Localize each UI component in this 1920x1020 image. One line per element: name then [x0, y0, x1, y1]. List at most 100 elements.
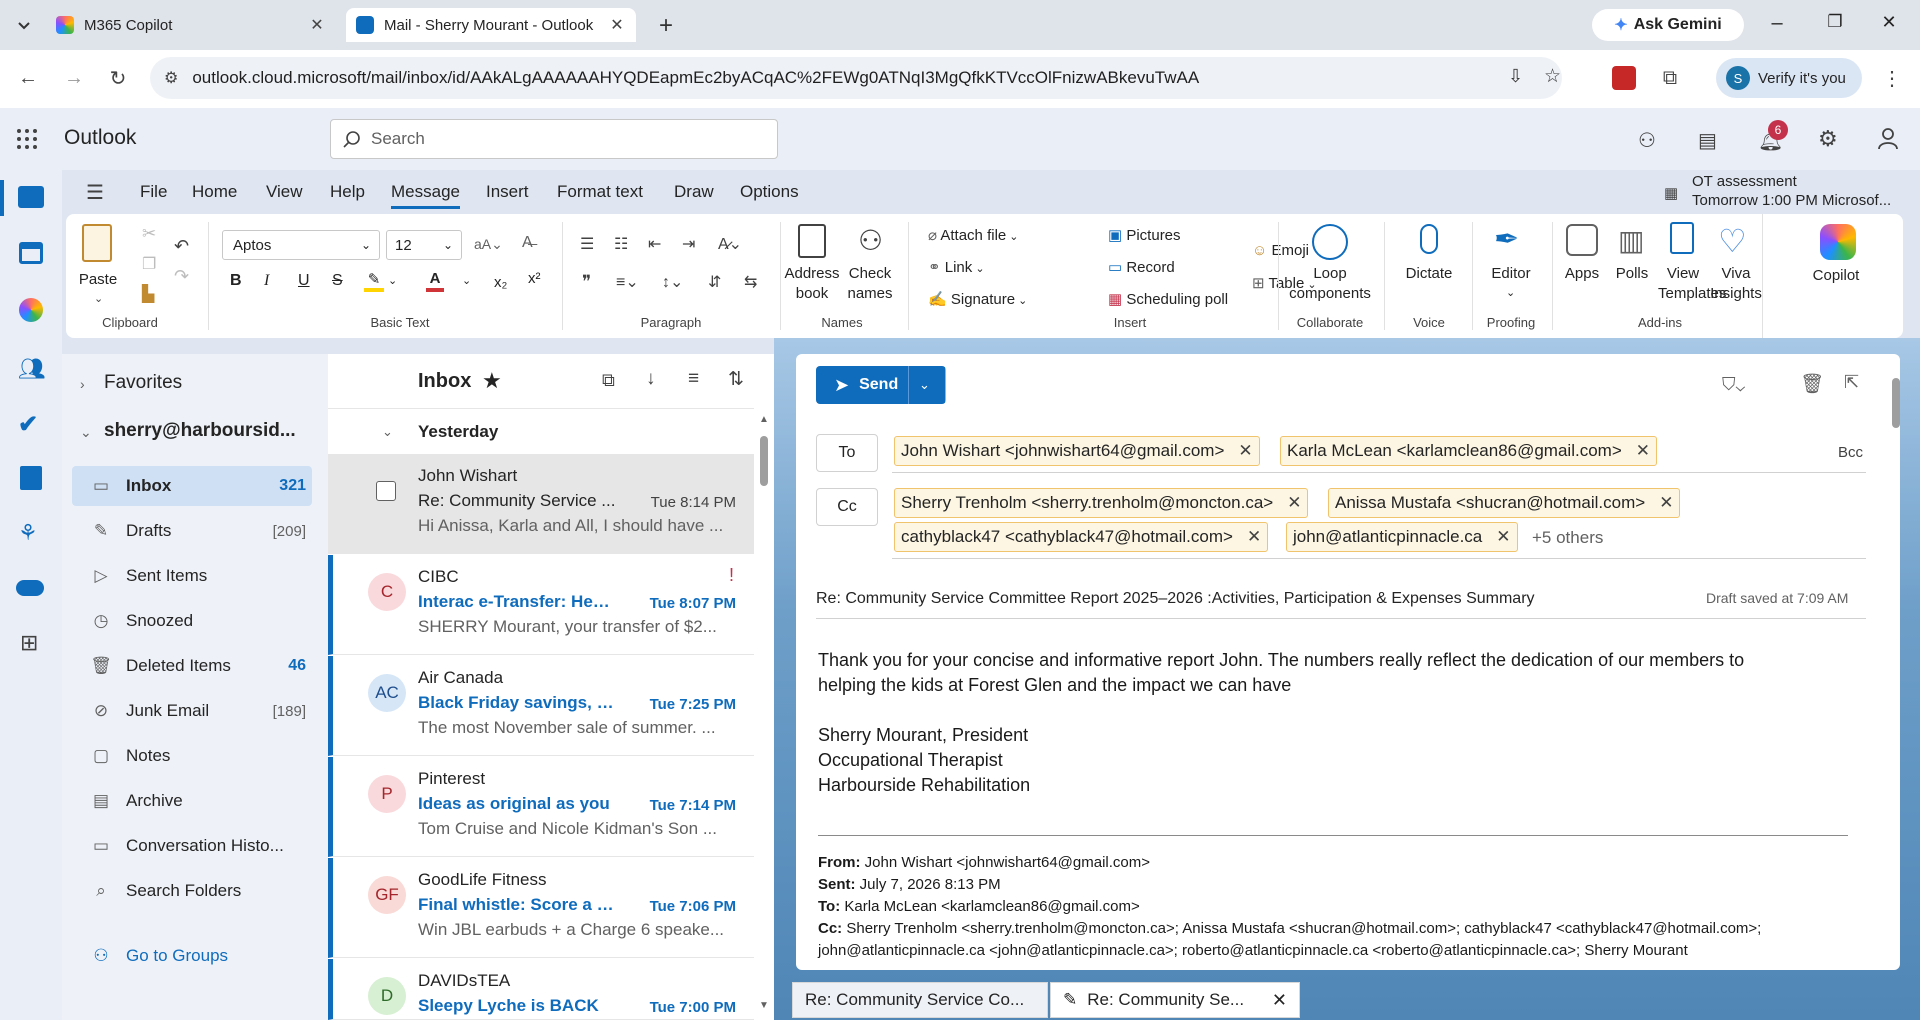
bookmark-star-icon[interactable]: ☆: [1544, 65, 1561, 88]
close-icon[interactable]: ✕: [608, 15, 626, 35]
draft-tab[interactable]: Re: Community Service Co...: [792, 982, 1048, 1018]
signature-button[interactable]: ✍ Signature ⌄: [928, 290, 1027, 308]
mail-icon[interactable]: [18, 186, 44, 208]
strikethrough-icon[interactable]: S: [332, 272, 343, 290]
copilot-label[interactable]: Copilot: [1770, 266, 1902, 286]
body-text[interactable]: helping the kids at Forest Glen and the …: [818, 675, 1291, 696]
onedrive-icon[interactable]: [16, 580, 44, 596]
tab-home[interactable]: Home: [192, 182, 237, 202]
polls-label[interactable]: Polls: [1606, 264, 1658, 284]
more-apps-icon[interactable]: ⊞: [20, 630, 38, 656]
link-button[interactable]: ⚭ Link ⌄: [928, 258, 985, 276]
new-tab-button[interactable]: +: [652, 12, 680, 40]
tab-m365-copilot[interactable]: M365 Copilot ✕: [46, 8, 336, 42]
hamburger-menu-icon[interactable]: ☰: [86, 180, 104, 205]
select-checkbox[interactable]: [376, 481, 396, 501]
apps-label[interactable]: Apps: [1556, 264, 1608, 284]
install-app-icon[interactable]: ⇩: [1508, 66, 1523, 87]
go-to-groups-link[interactable]: ⚇ Go to Groups: [72, 936, 312, 976]
copy-icon[interactable]: ❐: [142, 254, 156, 274]
increase-indent-icon[interactable]: ⇥: [682, 234, 695, 254]
extensions-icon[interactable]: ⧉: [1654, 62, 1686, 94]
subject-field[interactable]: Re: Community Service Committee Report 2…: [816, 590, 1535, 608]
recipient-chip[interactable]: Sherry Trenholm <sherry.trenholm@moncton…: [894, 488, 1309, 518]
dictate-label[interactable]: Dictate: [1392, 264, 1466, 284]
calendar-icon[interactable]: [19, 242, 43, 264]
line-spacing-icon[interactable]: ↕⌄: [662, 272, 683, 292]
copilot-icon[interactable]: [19, 298, 43, 322]
attach-file-button[interactable]: ⌀ Attach file ⌄: [928, 226, 1019, 244]
signature-line[interactable]: Occupational Therapist: [818, 750, 1003, 771]
pop-out-icon[interactable]: ⇱: [1844, 372, 1859, 393]
chevron-down-icon[interactable]: ⌄: [382, 424, 393, 440]
tab-outlook-mail[interactable]: Mail - Sherry Mourant - Outlook ✕: [346, 8, 636, 42]
address-bar[interactable]: ⚙ outlook.cloud.microsoft/mail/inbox/id/…: [150, 57, 1562, 99]
folder-conversation-history[interactable]: ▭ Conversation Histo...: [72, 826, 312, 866]
signature-line[interactable]: Sherry Mourant, President: [818, 725, 1028, 746]
pdf-extension-icon[interactable]: [1612, 66, 1636, 90]
recipient-chip[interactable]: cathyblack47 <cathyblack47@hotmail.com> ✕: [894, 522, 1269, 552]
bcc-button[interactable]: Bcc: [1838, 444, 1863, 461]
message-row[interactable]: C CIBC Interac e-Transfer: Heat... Tue 8:07…: [328, 555, 754, 655]
signature-line[interactable]: Harbourside Rehabilitation: [818, 775, 1030, 796]
chevron-down-icon[interactable]: ⌄: [94, 292, 103, 305]
format-painter-icon[interactable]: ▙: [142, 284, 154, 304]
to-button[interactable]: To: [816, 434, 878, 472]
folder-snoozed[interactable]: ◷ Snoozed: [72, 601, 312, 641]
pictures-button[interactable]: ▣ Pictures: [1108, 226, 1181, 244]
tab-search-icon[interactable]: [12, 14, 36, 38]
forward-icon[interactable]: →: [58, 62, 90, 94]
polls-icon[interactable]: ▥: [1618, 224, 1644, 257]
favorites-header[interactable]: Favorites: [104, 372, 182, 394]
font-size-select[interactable]: 12 ⌄: [386, 230, 462, 260]
folder-deleted-items[interactable]: 🗑︎ Deleted Items 46: [72, 646, 312, 686]
sort-icon[interactable]: ⇅: [728, 368, 744, 391]
select-icon[interactable]: ⧉: [602, 370, 615, 391]
folder-archive[interactable]: ▤ Archive: [72, 781, 312, 821]
reload-icon[interactable]: ↻: [102, 62, 134, 94]
recipient-chip[interactable]: john@atlanticpinnacle.ca ✕: [1286, 522, 1518, 552]
scroll-up-icon[interactable]: ▲: [759, 414, 769, 425]
teams-icon[interactable]: ⚇: [1638, 128, 1656, 153]
chrome-menu-icon[interactable]: ⋮: [1876, 62, 1908, 94]
message-row[interactable]: D DAVIDsTEA Sleepy Lyche is BACK Tue 7:00 P…: [328, 959, 754, 1020]
font-size-change-icon[interactable]: aA⌄: [474, 236, 503, 253]
address-book-label[interactable]: Address book: [784, 264, 840, 304]
recipient-chip[interactable]: Karla McLean <karlamclean86@gmail.com> ✕: [1280, 436, 1657, 466]
viva-insights-icon[interactable]: ♡: [1718, 222, 1747, 260]
scheduling-poll-button[interactable]: ▦ Scheduling poll: [1108, 290, 1228, 308]
tab-format-text[interactable]: Format text: [557, 182, 643, 202]
close-icon[interactable]: ✕: [1272, 990, 1287, 1011]
remove-recipient-icon[interactable]: ✕: [1636, 441, 1650, 461]
app-launcher-icon[interactable]: [16, 128, 38, 150]
tab-view[interactable]: View: [266, 182, 303, 202]
paragraph-spacing-icon[interactable]: ⇵: [708, 272, 721, 292]
tab-help[interactable]: Help: [330, 182, 365, 202]
underline-icon[interactable]: U: [298, 272, 310, 290]
view-templates-label[interactable]: View Templates: [1658, 264, 1726, 304]
italic-icon[interactable]: I: [264, 272, 269, 290]
favorite-star-icon[interactable]: ★: [482, 368, 502, 394]
chevron-right-icon[interactable]: ›: [80, 376, 85, 392]
message-row[interactable]: John Wishart Re: Community Service ... T…: [328, 454, 754, 554]
scrollbar-thumb[interactable]: [760, 436, 768, 486]
chevron-down-icon[interactable]: ⌄: [80, 424, 92, 441]
tab-insert[interactable]: Insert: [486, 182, 529, 202]
ask-gemini-button[interactable]: ✦ Ask Gemini: [1592, 9, 1744, 41]
remove-recipient-icon[interactable]: ✕: [1496, 527, 1510, 547]
recipient-chip[interactable]: John Wishart <johnwishart64@gmail.com> ✕: [894, 436, 1260, 466]
chevron-down-icon[interactable]: ⌄: [1506, 286, 1515, 299]
microphone-icon[interactable]: [1420, 224, 1438, 254]
account-header[interactable]: sherry@harboursid...: [104, 420, 296, 442]
folder-inbox[interactable]: ▭ Inbox 321: [72, 466, 312, 506]
check-names-icon[interactable]: ⚇: [858, 224, 883, 257]
superscript-icon[interactable]: x²: [528, 270, 541, 287]
folder-drafts[interactable]: ✎ Drafts [209]: [72, 511, 312, 551]
viva-insights-label[interactable]: Viva Insights: [1710, 264, 1762, 304]
highlight-icon[interactable]: ✎: [364, 270, 384, 292]
important-icon[interactable]: !: [729, 565, 734, 586]
quote-icon[interactable]: ❞: [582, 272, 591, 292]
folder-sent-items[interactable]: ▷ Sent Items: [72, 556, 312, 596]
copilot-icon[interactable]: [1820, 224, 1856, 260]
font-color-icon[interactable]: A: [426, 270, 444, 292]
